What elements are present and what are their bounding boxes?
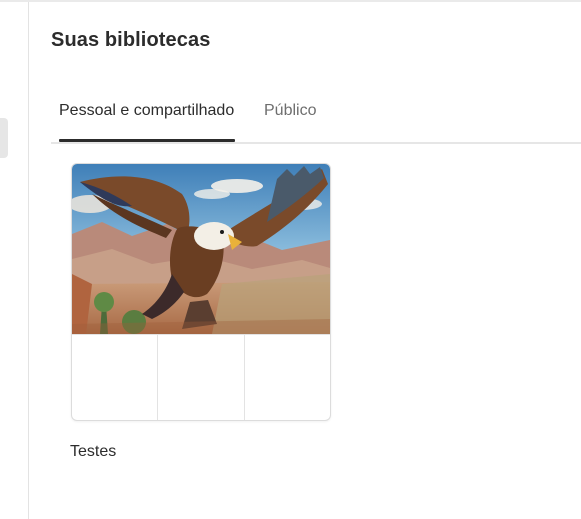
library-tabs: Pessoal e compartilhado Público [51,88,581,144]
tab-public[interactable]: Público [264,102,316,120]
tab-personal-shared[interactable]: Pessoal e compartilhado [59,102,234,120]
empty-thumbnail-slot [157,334,244,420]
left-rail [0,2,29,519]
left-rail-item[interactable] [0,118,8,158]
library-name[interactable]: Testes [70,443,116,461]
page-title: Suas bibliotecas [51,29,211,51]
empty-thumbnail-slot [72,334,158,420]
main-panel: Suas bibliotecas Pessoal e compartilhado… [29,2,581,519]
empty-thumbnail-slot [243,334,330,420]
library-thumbnail-slots [72,334,330,420]
library-card[interactable] [71,163,331,421]
active-tab-indicator [59,139,235,142]
library-thumbnail-image [72,164,330,334]
